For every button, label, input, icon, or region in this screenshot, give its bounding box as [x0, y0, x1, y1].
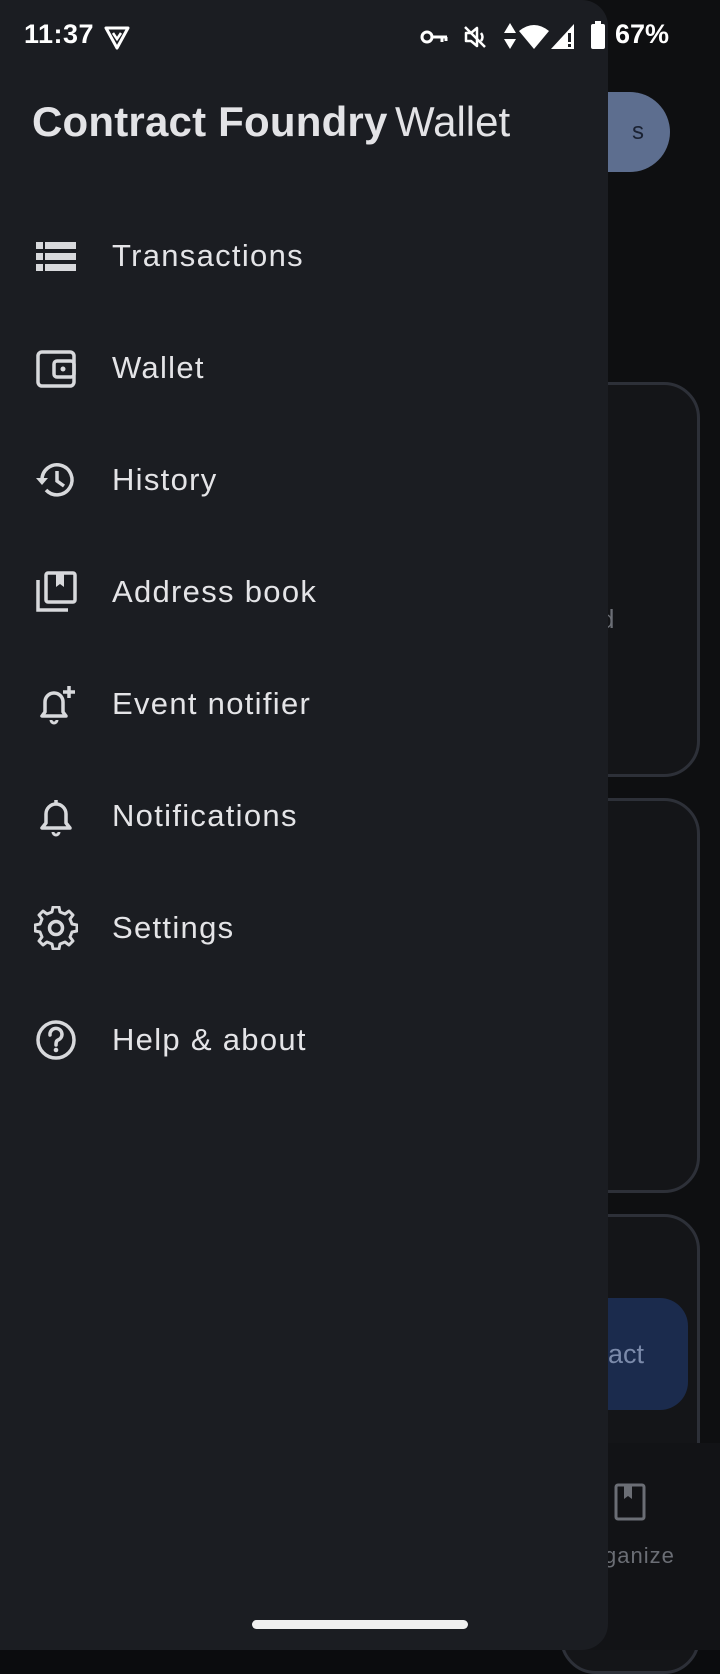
status-bar: 11:37 67% — [0, 0, 720, 72]
drawer-menu: Transactions Wallet History Address book… — [0, 200, 608, 1096]
status-time: 11:37 — [24, 19, 95, 49]
history-icon — [0, 424, 112, 536]
menu-item-notifications[interactable]: Notifications — [0, 760, 608, 872]
wallet-icon — [0, 312, 112, 424]
battery-percent: 67% — [615, 19, 670, 49]
transactions-icon — [0, 200, 112, 312]
menu-item-label: Event notifier — [112, 686, 312, 721]
gesture-nav-handle[interactable] — [252, 1620, 468, 1629]
data-arrows-icon — [504, 23, 516, 49]
menu-item-history[interactable]: History — [0, 424, 608, 536]
menu-item-label: Notifications — [112, 798, 298, 833]
help-icon — [0, 984, 112, 1096]
menu-item-label: Transactions — [112, 238, 304, 273]
menu-item-label: History — [112, 462, 218, 497]
menu-item-label: Settings — [112, 910, 235, 945]
bell-icon — [0, 760, 112, 872]
menu-item-label: Address book — [112, 574, 318, 609]
menu-item-transactions[interactable]: Transactions — [0, 200, 608, 312]
bookmark-icon — [614, 1483, 646, 1521]
gear-icon — [0, 872, 112, 984]
drawer-title: Contract Foundry — [32, 98, 388, 145]
vpn-shield-icon — [104, 26, 130, 50]
signal-icon — [551, 24, 574, 49]
menu-item-label: Wallet — [112, 350, 205, 385]
menu-item-address-book[interactable]: Address book — [0, 536, 608, 648]
address-book-icon — [0, 536, 112, 648]
key-icon — [420, 30, 448, 44]
event-notifier-icon — [0, 648, 112, 760]
mute-icon — [464, 26, 486, 48]
navigation-drawer: Contract Foundry Wallet Transactions Wal… — [0, 0, 608, 1650]
menu-item-wallet[interactable]: Wallet — [0, 312, 608, 424]
background-nav-label: ganize — [604, 1543, 675, 1568]
menu-item-event-notifier[interactable]: Event notifier — [0, 648, 608, 760]
battery-icon — [591, 21, 605, 49]
menu-item-label: Help & about — [112, 1022, 307, 1057]
drawer-subtitle: Wallet — [395, 98, 511, 145]
menu-item-help-about[interactable]: Help & about — [0, 984, 608, 1096]
wifi-icon — [519, 25, 549, 49]
menu-item-settings[interactable]: Settings — [0, 872, 608, 984]
